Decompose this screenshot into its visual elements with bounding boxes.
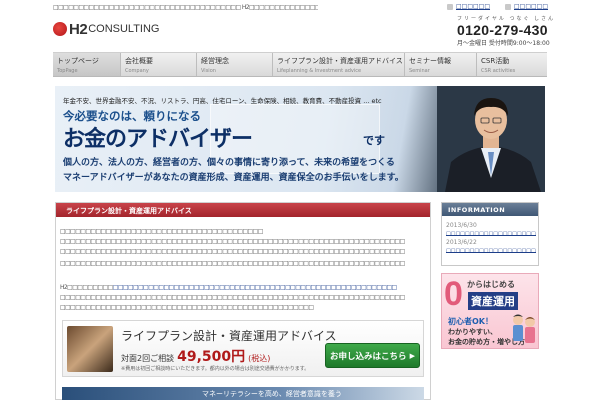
section-title: ライフプラン設計・資産運用アドバイス	[56, 203, 430, 217]
information-box: INFORMATION 2013/6/30 □□□□□□□□□□□□□□□□□□…	[441, 202, 539, 266]
hero-title-suffix: です	[363, 134, 385, 147]
nav-label: ライフプラン設計・資産運用アドバイス	[277, 57, 403, 65]
hero-subtitle-1: 個人の方、法人の方、経営者の方、個々の事情に寄り添って、未来の希望をつくる	[63, 158, 395, 168]
nav-sublabel: CSR activities	[481, 68, 516, 74]
nav-sublabel: Seminar	[409, 68, 430, 74]
nav-item-lifeplan[interactable]: ライフプラン設計・資産運用アドバイス Lifeplanning & Invest…	[273, 53, 405, 76]
nav-label: 会社概要	[125, 57, 153, 65]
banner-price-prefix: 対面2回ご相談	[121, 354, 175, 363]
nav-label: 経営理念	[201, 57, 229, 65]
header-link-1[interactable]: □□□□□□	[447, 3, 490, 10]
ad-title: 資産運用	[468, 292, 518, 310]
section-paragraph-3: H2□□□□□□□□□□□□□□□□□□□□□□□□□□□□□□□□□□□□□□…	[60, 283, 428, 313]
logo-mark-icon	[53, 22, 67, 36]
paragraph-line: □□□□□□□□□□□□□□□□□□□□□□□□□□□□□□□□□□□□□□□□	[60, 228, 263, 235]
info-link[interactable]: □□□□□□□□□□□□□□□□□□□	[446, 231, 536, 236]
nav-item-top[interactable]: トップページ TopPage	[53, 53, 121, 76]
apply-button[interactable]: お申し込みはこちら ▶	[325, 343, 420, 368]
nav-label: セミナー情報	[409, 57, 451, 65]
investment-ad-banner[interactable]: 0 からはじめる 資産運用 初心者OK！ わかりやすい、 お金の貯め方・増やし方	[441, 273, 539, 349]
site-logo[interactable]: H2 CONSULTING	[53, 20, 160, 38]
link-icon	[447, 3, 453, 10]
banner-price-line: 対面2回ご相談 49,500円 (税込)	[121, 346, 270, 366]
banner-note: ※費用は初回ご相談時にいただきます。都内以外の場合は別途交通費がかかります。	[121, 366, 310, 372]
info-date: 2013/6/30	[446, 222, 477, 229]
banner-price: 49,500円	[177, 349, 246, 365]
logo-consulting: CONSULTING	[88, 23, 160, 35]
info-link[interactable]: □□□□□□□□□□□□□□□□□□□	[446, 248, 536, 253]
header-link-1-label: □□□□□□	[456, 3, 491, 10]
information-heading: INFORMATION	[442, 203, 538, 216]
ad-zero: 0	[444, 275, 463, 313]
paragraph-line: □□□□□□□□□□□□□□□□□□□□□□□□□□□□□□□□□□□□□□□□…	[60, 304, 314, 311]
banner-title: ライフプラン設計・資産運用アドバイス	[121, 329, 337, 343]
section-paragraph-2: □□□□□□□□□□□□□□□□□□□□□□□□□□□□□□□□□□□□□□□□…	[60, 259, 428, 269]
paragraph-line: □□□□□□□□□□□□□□□□□□□□□□□□□□□□□□□□□□□□□□□□…	[60, 248, 405, 255]
nav-item-csr[interactable]: CSR活動 CSR activities	[477, 53, 547, 76]
consultation-banner[interactable]: ライフプラン設計・資産運用アドバイス 対面2回ご相談 49,500円 (税込) …	[62, 320, 424, 377]
nav-item-seminar[interactable]: セミナー情報 Seminar	[405, 53, 477, 76]
hero-keywords: 年金不安、世界金融不安、不況、リストラ、円高、住宅ローン、生命保険、相続、教育費…	[63, 97, 382, 105]
paragraph-line: □□□□□□□□□□□□□□□□□□□□□□□□□□□□□□□□□□□□□□□□…	[60, 294, 405, 301]
next-banner-strip[interactable]: マネーリテラシーを高め、経営者意識を養う	[62, 387, 424, 400]
arrow-right-icon: ▶	[409, 351, 415, 360]
site-tagline: □□□□□□□□□□□□□□□□□□□□□□□□□□□□□□□□□□□□□ H2…	[53, 4, 318, 11]
paragraph-link[interactable]: □□□□□□□□□□□□□□□□□□□□□□□□□□□□□□□□□□□□□□□□…	[113, 284, 397, 291]
ad-kara: からはじめる	[467, 280, 515, 289]
lifeplan-section: ライフプラン設計・資産運用アドバイス □□□□□□□□□□□□□□□□□□□□□…	[55, 202, 431, 400]
header-link-2[interactable]: □□□□□□	[505, 3, 548, 10]
hero-subtitle-2: マネーアドバイザーがあなたの資産形成、資産運用、資産保全のお手伝いをします。	[63, 173, 404, 183]
header-link-2-label: □□□□□□	[514, 3, 549, 10]
apply-button-label: お申し込みはこちら	[330, 351, 407, 362]
paragraph-prefix: H2□□□□□□□□□	[60, 284, 113, 291]
nav-sublabel: Lifeplanning & Investment advice	[277, 68, 362, 74]
logo-h2: H2	[69, 20, 88, 38]
ad-line-1: 初心者OK！	[448, 317, 493, 326]
hero-title: お金のアドバイザー	[63, 127, 253, 152]
nav-sublabel: Company	[125, 68, 149, 74]
advisor-photo	[437, 86, 545, 192]
banner-tax: (税込)	[248, 354, 271, 363]
global-nav: トップページ TopPage 会社概要 Company 経営理念 Vision …	[53, 52, 547, 77]
nav-sublabel: TopPage	[57, 68, 78, 74]
link-icon	[505, 3, 511, 10]
nav-label: トップページ	[57, 57, 99, 65]
nav-item-vision[interactable]: 経営理念 Vision	[197, 53, 273, 76]
info-date: 2013/6/22	[446, 239, 477, 246]
nav-sublabel: Vision	[201, 68, 216, 74]
ad-people-illustration	[513, 314, 535, 343]
nav-item-company[interactable]: 会社概要 Company	[121, 53, 197, 76]
hero-banner: 年金不安、世界金融不安、不況、リストラ、円高、住宅ローン、生命保険、相続、教育費…	[55, 86, 545, 192]
paragraph-line: □□□□□□□□□□□□□□□□□□□□□□□□□□□□□□□□□□□□□□□□…	[60, 260, 405, 267]
ad-line-2: わかりやすい、	[448, 328, 497, 336]
free-dial-label: フリーダイヤル つなぐ しさん	[457, 16, 556, 22]
banner-photo	[67, 326, 113, 372]
phone-number[interactable]: 0120-279-430	[457, 22, 548, 38]
paragraph-line: □□□□□□□□□□□□□□□□□□□□□□□□□□□□□□□□□□□□□□□□…	[60, 238, 405, 245]
section-paragraph-1: □□□□□□□□□□□□□□□□□□□□□□□□□□□□□□□□□□□□□□□□…	[60, 227, 428, 257]
business-hours: 月～金曜日 受付時間9:00～18:00	[457, 40, 550, 47]
nav-label: CSR活動	[481, 57, 510, 65]
